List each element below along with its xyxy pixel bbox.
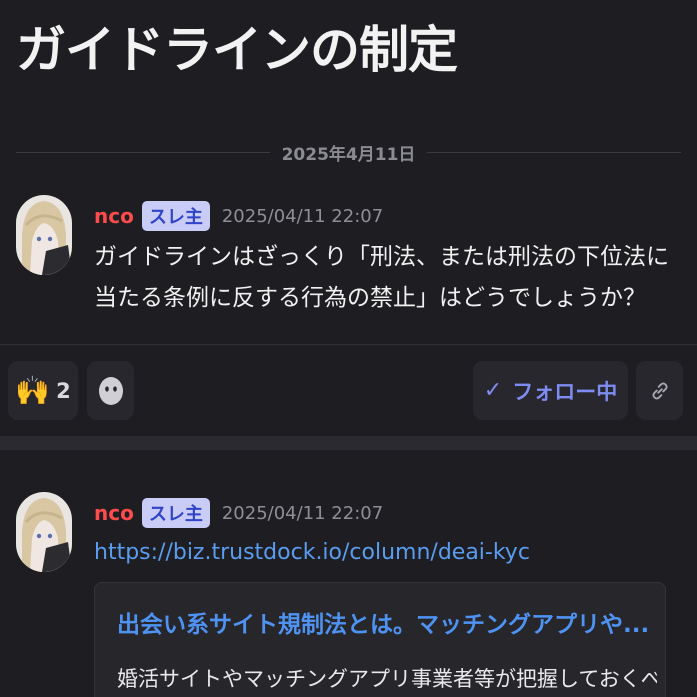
post-meta: nco スレ主 2025/04/11 22:07 (94, 201, 383, 231)
page-title: ガイドラインの制定 (16, 21, 458, 79)
avatar[interactable] (16, 195, 72, 275)
post-body-line: 当たる条例に反する行為の禁止」はどうでしょうか？ (94, 285, 646, 311)
divider-line (427, 151, 681, 153)
smiley-face-icon (98, 376, 123, 405)
author-name[interactable]: nco (94, 204, 134, 228)
check-icon: ✓ (483, 378, 503, 403)
thread-owner-badge: スレ主 (141, 201, 210, 231)
raised-hands-icon: 🙌 (15, 373, 51, 407)
post-meta: nco スレ主 2025/04/11 22:07 (94, 498, 383, 528)
post-body: ガイドラインはざっくり「刑法、または刑法の下位法に 当たる条例に反する行為の禁止… (94, 237, 684, 319)
date-divider: 2025年4月11日 (16, 138, 681, 166)
post-timestamp: 2025/04/11 22:07 (221, 205, 384, 227)
follow-button-label: フォロー中 (512, 379, 618, 404)
avatar-image (16, 195, 72, 275)
reaction-count: 2 (56, 378, 71, 403)
add-reaction-button[interactable] (87, 361, 134, 420)
post-timestamp: 2025/04/11 22:07 (221, 502, 384, 524)
author-name[interactable]: nco (94, 501, 134, 525)
thread-owner-badge: スレ主 (141, 498, 210, 528)
avatar-image (16, 492, 72, 572)
post-separator (0, 436, 697, 450)
follow-button[interactable]: ✓ フォロー中 (473, 361, 628, 420)
divider-line (16, 151, 270, 153)
reactions-bar: 🙌 2 ✓ フォロー中 (0, 344, 697, 437)
post-body-line: ガイドラインはざっくり「刑法、または刑法の下位法に (94, 244, 669, 270)
link-preview-description: 婚活サイトやマッチングアプリ事業者等が把握しておくべき (117, 667, 657, 691)
link-preview-card[interactable]: 出会い系サイト規制法とは。マッチングアプリや... 婚活サイトやマッチングアプリ… (94, 582, 666, 697)
copy-link-button[interactable] (636, 361, 683, 420)
avatar[interactable] (16, 492, 72, 572)
date-divider-label: 2025年4月11日 (281, 144, 416, 165)
link-icon (651, 382, 668, 399)
thread-page: ガイドラインの制定 2025年4月11日 nco スレ主 2025/04/11 … (0, 0, 697, 697)
post-link[interactable]: https://biz.trustdock.io/column/deai-kyc (94, 540, 530, 565)
link-preview-title[interactable]: 出会い系サイト規制法とは。マッチングアプリや... (117, 605, 657, 639)
reaction-raised-hands-button[interactable]: 🙌 2 (8, 361, 78, 420)
